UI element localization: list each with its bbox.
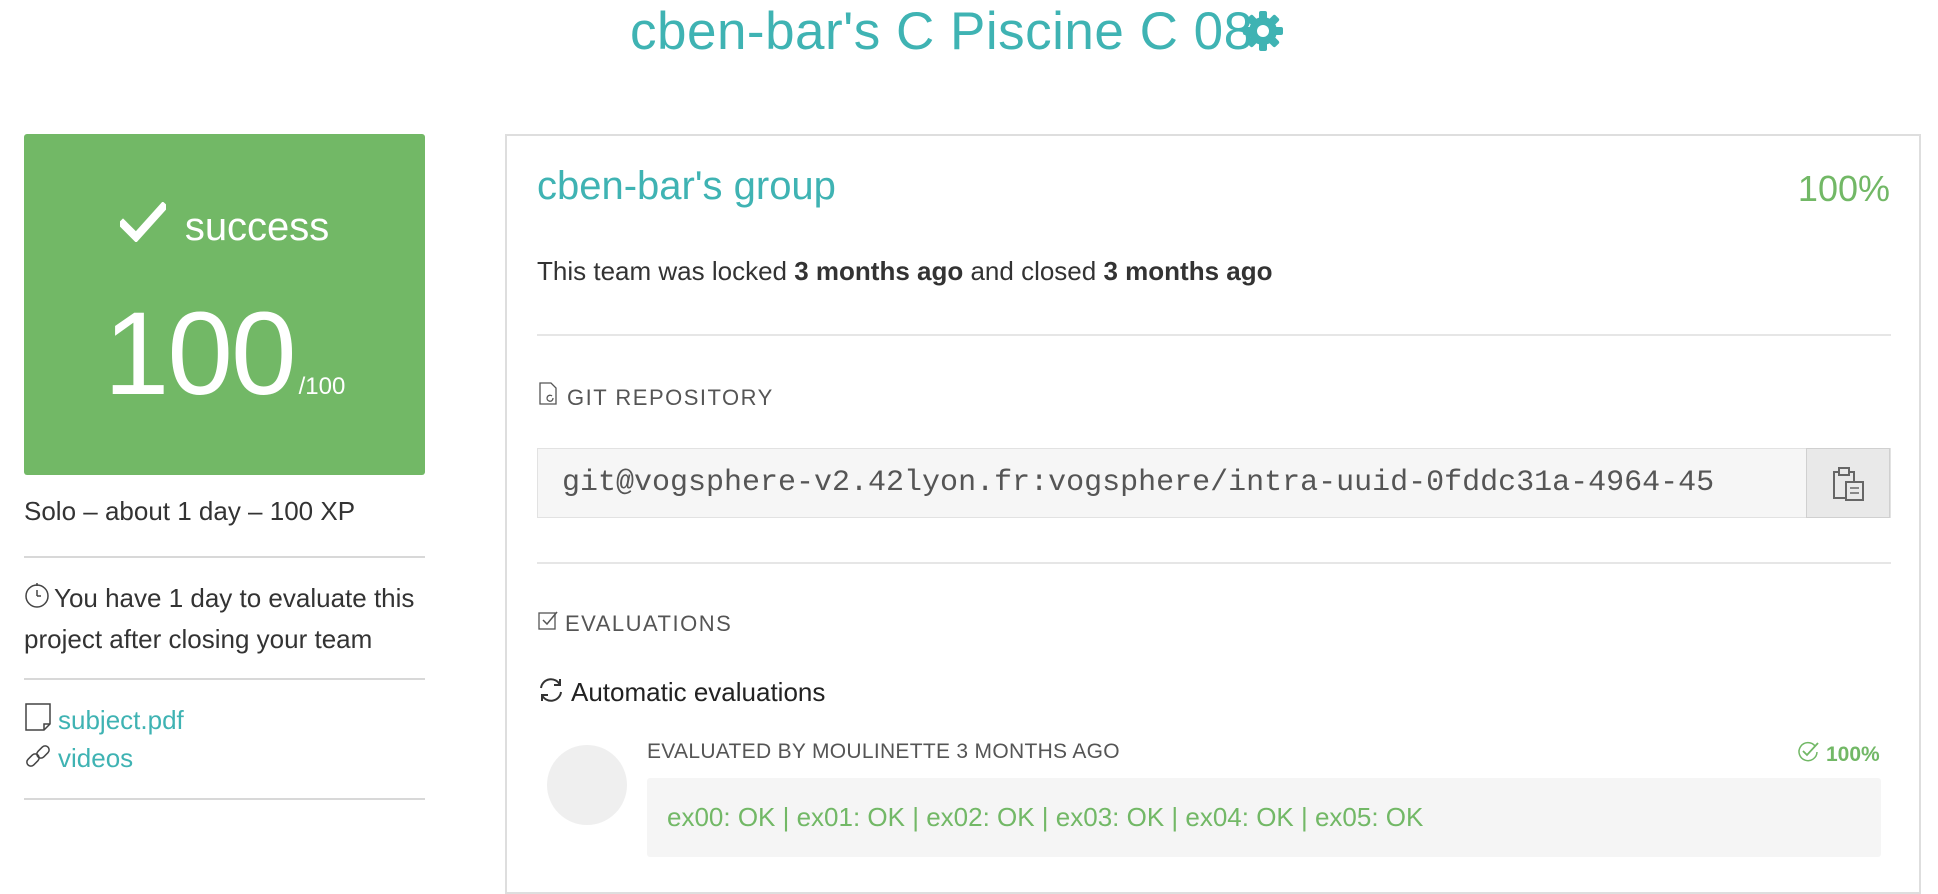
clipboard-icon: [1833, 467, 1864, 501]
automatic-evaluations-title: Automatic evaluations: [537, 676, 825, 708]
evaluation-result: ex00: OK | ex01: OK | ex02: OK | ex03: O…: [647, 778, 1881, 857]
score-max: /100: [298, 373, 346, 400]
git-section-label: GIT REPOSITORY: [537, 382, 774, 411]
evaluations-section-label: EVALUATIONS: [537, 610, 732, 637]
subject-pdf-label[interactable]: subject.pdf: [58, 705, 184, 735]
lock-mid: and closed: [970, 256, 1097, 286]
divider: [24, 556, 425, 558]
stopwatch-icon: [25, 583, 49, 608]
project-meta: Solo – about 1 day – 100 XP: [24, 496, 356, 526]
divider: [537, 334, 1891, 336]
eval-notice: You have 1 day to evaluate this project …: [24, 578, 425, 660]
eval-notice-text: You have 1 day to evaluate this project …: [24, 583, 415, 654]
team-lock-status: This team was locked 3 months ago and cl…: [537, 256, 1272, 287]
evaluations-section-text: EVALUATIONS: [565, 611, 733, 636]
score-card: success 100/100: [24, 134, 425, 475]
divider: [537, 562, 1891, 564]
gear-icon[interactable]: [1240, 8, 1286, 54]
score-row: 100/100: [24, 294, 425, 414]
score-value: 100: [103, 288, 297, 420]
evaluated-by: EVALUATED BY MOULINETTE 3 MONTHS AGO: [647, 740, 1120, 763]
checkbox-icon: [538, 611, 558, 630]
git-section-text: GIT REPOSITORY: [567, 385, 774, 410]
videos-link[interactable]: videos: [24, 742, 133, 774]
repository-icon: [539, 382, 557, 405]
lock-prefix: This team was locked: [537, 256, 787, 286]
refresh-icon: [540, 678, 562, 702]
auto-eval-text: Automatic evaluations: [571, 677, 826, 707]
divider: [24, 798, 425, 800]
link-icon: [26, 745, 50, 767]
copy-button[interactable]: [1806, 448, 1890, 518]
videos-label[interactable]: videos: [58, 743, 133, 773]
subject-pdf-link[interactable]: subject.pdf: [24, 702, 184, 736]
group-title[interactable]: cben-bar's group: [537, 164, 836, 209]
evaluation-percent-text: 100%: [1826, 743, 1880, 766]
locked-time: 3 months ago: [794, 256, 964, 286]
evaluation-result-text: ex00: OK | ex01: OK | ex02: OK | ex03: O…: [667, 802, 1424, 832]
check-circle-icon: [1798, 741, 1819, 762]
page-title: cben-bar's C Piscine C 08: [630, 2, 1254, 61]
git-url-field[interactable]: git@vogsphere-v2.42lyon.fr:vogsphere/int…: [537, 448, 1891, 518]
git-url[interactable]: git@vogsphere-v2.42lyon.fr:vogsphere/int…: [562, 449, 1802, 517]
status-row: success: [24, 201, 425, 250]
group-percent: 100%: [1797, 168, 1890, 209]
checkmark-icon: [117, 201, 169, 243]
document-icon: [25, 703, 51, 731]
avatar: [547, 745, 627, 825]
closed-time: 3 months ago: [1103, 256, 1273, 286]
divider: [24, 678, 425, 680]
evaluation-percent: 100%: [1796, 740, 1880, 767]
status-label: success: [184, 205, 330, 249]
